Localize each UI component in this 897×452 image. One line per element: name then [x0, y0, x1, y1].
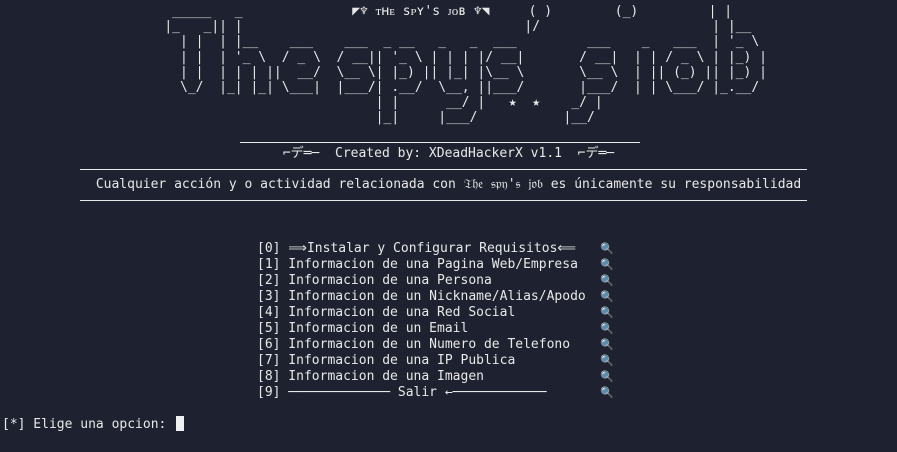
magnifier-icon: 🔍: [600, 306, 614, 319]
menu-item-label: [2] Informacion de una Persona: [257, 273, 492, 288]
credits-line: ⌐デ═─ Created by: XDeadHackerX v1.1 ⌐デ═─: [0, 146, 897, 161]
magnifier-icon: 🔍: [600, 354, 614, 367]
magnifier-icon: 🔍: [600, 274, 614, 287]
menu-item-label: [6] Informacion de un Numero de Telefono: [257, 337, 571, 352]
menu-item-1[interactable]: [1] Informacion de una Pagina Web/Empres…: [257, 257, 614, 273]
disclaimer-brand: 𝔗𝔥𝔢 𝔰𝔭𝔶'𝔰 𝔧𝔬𝔟: [463, 177, 543, 192]
magnifier-icon: 🔍: [600, 258, 614, 271]
credits-top-rule: [240, 142, 640, 143]
menu-item-7[interactable]: [7] Informacion de una IP Publica 🔍: [257, 353, 614, 369]
menu-item-label: [4] Informacion de una Red Social: [257, 305, 516, 320]
menu-item-6[interactable]: [6] Informacion de un Numero de Telefono…: [257, 337, 614, 353]
magnifier-icon: 🔍: [600, 386, 614, 399]
ascii-banner: _____ _ ◤♆ ᴛʜᴇ sᴘʏ's ᴊᴏʙ ♆◥ ( ) (_) | | …: [164, 4, 768, 126]
menu-item-2[interactable]: [2] Informacion de una Persona 🔍: [257, 273, 614, 289]
credits-left-glyph: ⌐デ═─: [282, 146, 320, 161]
magnifier-icon: 🔍: [600, 370, 614, 383]
disclaimer-bottom-rule: [80, 200, 807, 201]
credits-text: Created by: XDeadHackerX v1.1: [335, 146, 562, 161]
menu-item-8[interactable]: [8] Informacion de una Imagen 🔍: [257, 369, 614, 385]
text-cursor[interactable]: [176, 416, 185, 431]
menu-item-label: [1] Informacion de una Pagina Web/Empres…: [257, 257, 578, 272]
menu-item-9[interactable]: [9] ───────────── Salir ←──────────── 🔍: [257, 385, 614, 401]
menu-item-label: [9] ───────────── Salir ←────────────: [257, 385, 547, 400]
terminal-window: _____ _ ◤♆ ᴛʜᴇ sᴘʏ's ᴊᴏʙ ♆◥ ( ) (_) | | …: [0, 0, 897, 452]
prompt-label: [*] Elige una opcion:: [2, 417, 175, 432]
magnifier-icon: 🔍: [600, 338, 614, 351]
menu-item-5[interactable]: [5] Informacion de un Email 🔍: [257, 321, 614, 337]
menu-item-3[interactable]: [3] Informacion de un Nickname/Alias/Apo…: [257, 289, 614, 305]
disclaimer-top-rule: [80, 169, 807, 170]
menu-item-label: [5] Informacion de un Email: [257, 321, 469, 336]
credits-right-glyph: ⌐デ═─: [577, 146, 615, 161]
menu-item-label: [8] Informacion de una Imagen: [257, 369, 484, 384]
menu-item-label: [0] ⟹Instalar y Configurar Requisitos⟸: [257, 241, 577, 256]
magnifier-icon: 🔍: [600, 290, 614, 303]
disclaimer-line: Cualquier acción y o actividad relaciona…: [0, 177, 897, 193]
disclaimer-prefix: Cualquier acción y o actividad relaciona…: [95, 177, 464, 192]
magnifier-icon: 🔍: [600, 322, 614, 335]
magnifier-icon: 🔍: [600, 242, 614, 255]
menu-item-0[interactable]: [0] ⟹Instalar y Configurar Requisitos⟸ 🔍: [257, 241, 614, 257]
menu-item-label: [3] Informacion de un Nickname/Alias/Apo…: [257, 289, 586, 304]
disclaimer-suffix: es únicamente su responsabilidad: [542, 177, 802, 192]
main-menu: [0] ⟹Instalar y Configurar Requisitos⟸ 🔍 …: [257, 241, 614, 401]
menu-item-label: [7] Informacion de una IP Publica: [257, 353, 516, 368]
command-prompt[interactable]: [*] Elige una opcion:: [2, 416, 185, 433]
menu-item-4[interactable]: [4] Informacion de una Red Social 🔍: [257, 305, 614, 321]
